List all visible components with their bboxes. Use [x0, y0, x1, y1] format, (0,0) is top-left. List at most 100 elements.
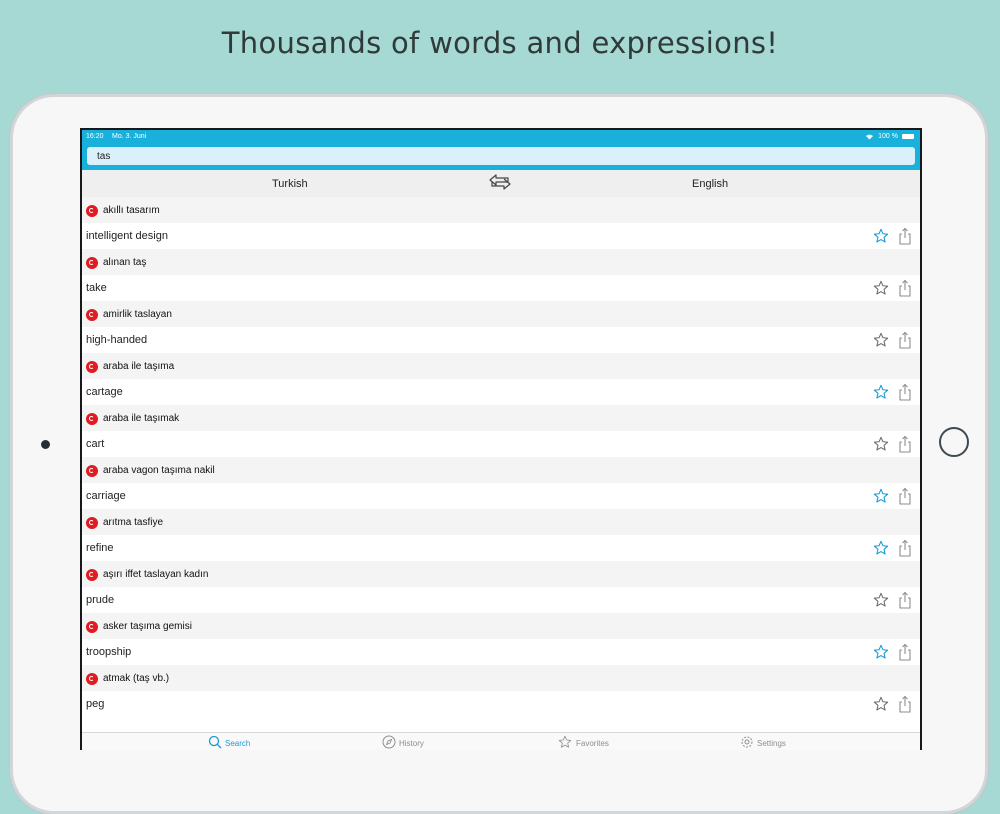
entry-translation: high-handed — [86, 334, 148, 346]
entry-term: araba ile taşımak — [103, 413, 180, 424]
entry-translation-row[interactable]: peg — [82, 691, 920, 717]
favorite-star-icon[interactable] — [873, 436, 889, 452]
entry-translation: refine — [86, 542, 114, 554]
tab-settings-label: Settings — [757, 739, 786, 748]
status-time: 16:20 — [86, 133, 104, 140]
share-icon[interactable] — [898, 331, 912, 349]
entry-translation-row[interactable]: refine — [82, 535, 920, 561]
entry-term-row[interactable]: amirlik taslayan — [82, 301, 920, 327]
entry-term-row[interactable]: araba ile taşımak — [82, 405, 920, 431]
share-icon[interactable] — [898, 487, 912, 505]
wifi-icon — [866, 134, 874, 140]
camera-icon — [41, 440, 50, 449]
entry-term-row[interactable]: asker taşıma gemisi — [82, 613, 920, 639]
magnifier-icon — [208, 735, 222, 749]
entry-term: atmak (taş vb.) — [103, 673, 170, 684]
entry-translation-row[interactable]: prude — [82, 587, 920, 613]
entry-translation: troopship — [86, 646, 132, 658]
target-language[interactable]: English — [692, 178, 728, 190]
tab-search-label: Search — [225, 739, 251, 748]
search-input[interactable] — [87, 147, 915, 165]
share-icon[interactable] — [898, 539, 912, 557]
entry-translation: cartage — [86, 386, 123, 398]
screen: 16:20 Mo. 3. Juni 100 % Turkish English … — [80, 128, 922, 750]
share-icon[interactable] — [898, 591, 912, 609]
entry-term: arıtma tasfiye — [103, 517, 164, 528]
entry-translation: take — [86, 282, 107, 294]
entry-term-row[interactable]: araba vagon taşıma nakil — [82, 457, 920, 483]
share-icon[interactable] — [898, 643, 912, 661]
headline: Thousands of words and expressions! — [221, 26, 779, 60]
turkish-flag-icon — [86, 465, 98, 477]
share-icon[interactable] — [898, 227, 912, 245]
app-window: 16:20 Mo. 3. Juni 100 % Turkish English … — [82, 130, 920, 750]
share-icon[interactable] — [898, 435, 912, 453]
turkish-flag-icon — [86, 205, 98, 217]
entry-term: araba vagon taşıma nakil — [103, 465, 215, 476]
tab-search[interactable]: Search — [208, 735, 251, 749]
entry-term: araba ile taşıma — [103, 361, 175, 372]
entry-term-row[interactable]: araba ile taşıma — [82, 353, 920, 379]
tab-bar: Search History Favorites Settings — [82, 732, 920, 750]
entry-translation: peg — [86, 698, 105, 710]
entry-term: alınan taş — [103, 257, 147, 268]
favorite-star-icon[interactable] — [873, 540, 889, 556]
tab-settings[interactable]: Settings — [740, 736, 786, 749]
top-bar: 16:20 Mo. 3. Juni 100 % — [82, 130, 920, 170]
favorite-star-icon[interactable] — [873, 696, 889, 712]
turkish-flag-icon — [86, 361, 98, 373]
entry-translation: intelligent design — [86, 230, 168, 242]
entry-translation-row[interactable]: troopship — [82, 639, 920, 665]
entry-translation-row[interactable]: high-handed — [82, 327, 920, 353]
entry-term-row[interactable]: akıllı tasarım — [82, 197, 920, 223]
status-bar: 16:20 Mo. 3. Juni 100 % — [82, 133, 920, 143]
entry-translation: prude — [86, 594, 115, 606]
source-language[interactable]: Turkish — [272, 178, 308, 190]
tab-history[interactable]: History — [382, 735, 424, 749]
share-icon[interactable] — [898, 279, 912, 297]
entry-translation-row[interactable]: cartage — [82, 379, 920, 405]
entry-translation-row[interactable]: cart — [82, 431, 920, 457]
turkish-flag-icon — [86, 673, 98, 685]
tab-history-label: History — [399, 739, 424, 748]
tab-favorites-label: Favorites — [576, 739, 609, 748]
entry-translation-row[interactable]: carriage — [82, 483, 920, 509]
tab-favorites[interactable]: Favorites — [557, 735, 609, 749]
entry-term: amirlik taslayan — [103, 309, 172, 320]
favorite-star-icon[interactable] — [873, 280, 889, 296]
battery-percent: 100 % — [878, 133, 898, 140]
favorite-star-icon[interactable] — [873, 384, 889, 400]
entry-translation: carriage — [86, 490, 126, 502]
results-list: akıllı tasarım intelligent design alınan t… — [82, 197, 920, 717]
gear-icon — [741, 736, 753, 748]
favorite-star-icon[interactable] — [873, 592, 889, 608]
entry-term-row[interactable]: atmak (taş vb.) — [82, 665, 920, 691]
entry-term-row[interactable]: aşırı iffet taslayan kadın — [82, 561, 920, 587]
favorite-star-icon[interactable] — [873, 228, 889, 244]
entry-translation-row[interactable]: intelligent design — [82, 223, 920, 249]
entry-term: aşırı iffet taslayan kadın — [103, 569, 209, 580]
turkish-flag-icon — [86, 621, 98, 633]
status-right: 100 % — [865, 133, 914, 140]
turkish-flag-icon — [86, 413, 98, 425]
turkish-flag-icon — [86, 569, 98, 581]
entry-term: akıllı tasarım — [103, 205, 160, 216]
home-button[interactable] — [939, 427, 969, 457]
entry-translation-row[interactable]: take — [82, 275, 920, 301]
favorite-star-icon[interactable] — [873, 644, 889, 660]
favorite-star-icon[interactable] — [873, 332, 889, 348]
battery-icon — [902, 134, 914, 139]
turkish-flag-icon — [86, 257, 98, 269]
share-icon[interactable] — [898, 695, 912, 713]
entry-term-row[interactable]: arıtma tasfiye — [82, 509, 920, 535]
entry-term-row[interactable]: alınan taş — [82, 249, 920, 275]
compass-icon — [382, 735, 396, 749]
favorite-star-icon[interactable] — [873, 488, 889, 504]
turkish-flag-icon — [86, 309, 98, 321]
entry-term: asker taşıma gemisi — [103, 621, 192, 632]
status-date: Mo. 3. Juni — [112, 133, 147, 140]
entry-translation: cart — [86, 438, 105, 450]
turkish-flag-icon — [86, 517, 98, 529]
share-icon[interactable] — [898, 383, 912, 401]
swap-arrows-icon[interactable] — [488, 173, 512, 191]
